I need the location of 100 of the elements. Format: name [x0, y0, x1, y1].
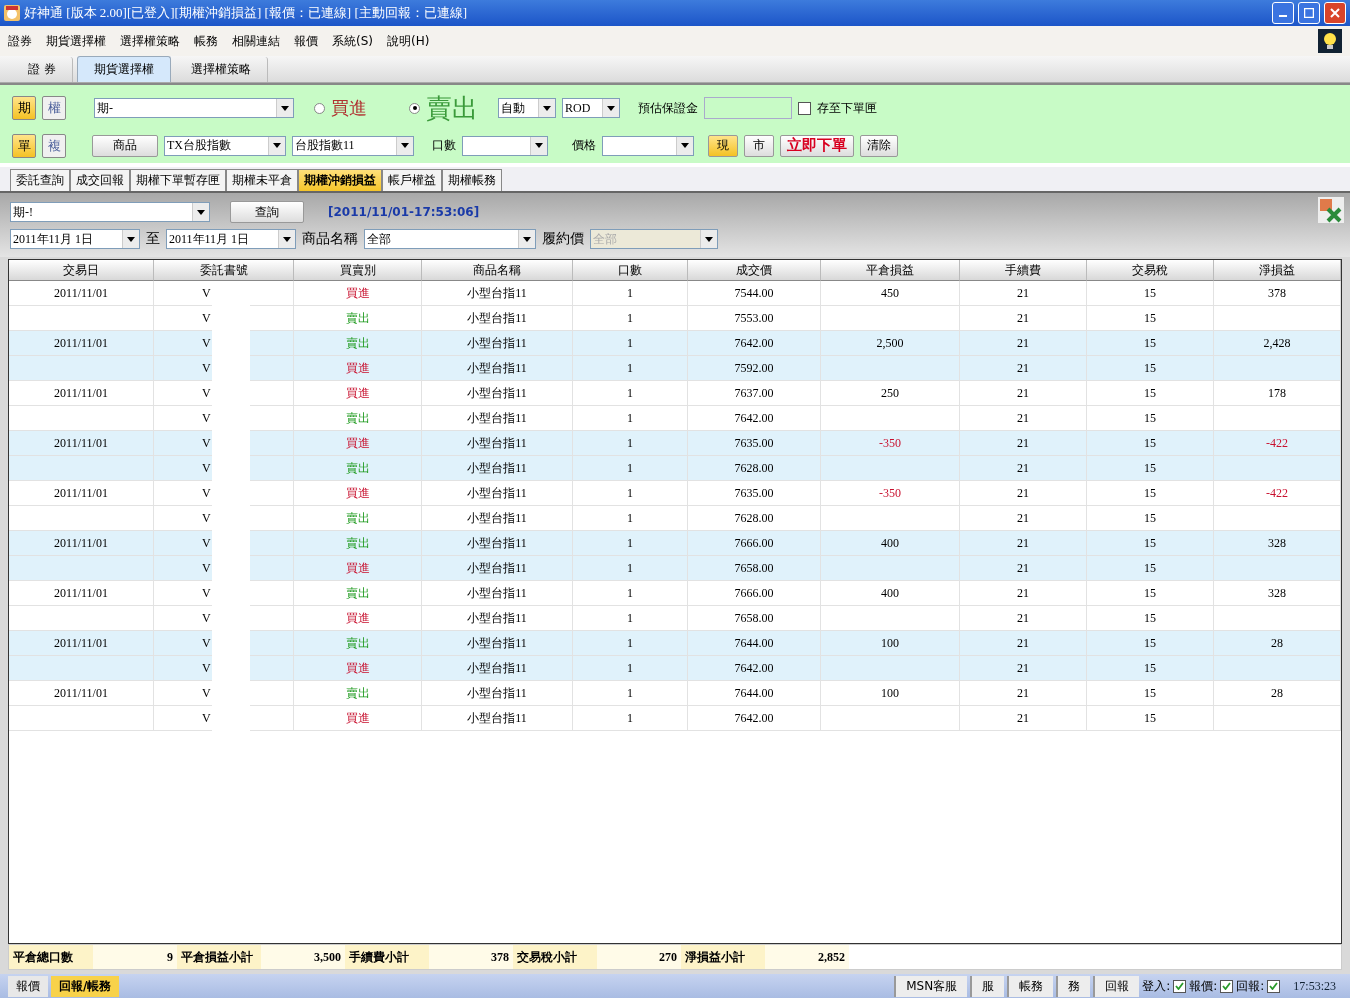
table-row[interactable]: V 買進 小型台指11 1 7642.00 21 15: [9, 706, 1341, 731]
table-row[interactable]: 2011/11/01 V 賣出 小型台指11 1 7642.00 2,500 21 15 2,428: [9, 331, 1341, 356]
dropdown-arrow-icon[interactable]: [535, 143, 543, 148]
toggle-button[interactable]: 複: [42, 133, 66, 158]
table-cell: 7592.00: [734, 360, 774, 376]
menu-item[interactable]: 報價: [294, 32, 318, 50]
price-type-button[interactable]: 現: [708, 134, 738, 157]
lightbulb-icon[interactable]: [1318, 29, 1342, 53]
dropdown-arrow-icon[interactable]: [523, 236, 531, 242]
app-logo-icon: [4, 5, 20, 21]
end-date-picker[interactable]: 2011年11月 1日: [166, 229, 296, 249]
table-row[interactable]: 2011/11/01 V 賣出 小型台指11 1 7666.00 400 21 15 328: [9, 531, 1341, 556]
table-row[interactable]: 2011/11/01 V 賣出 小型台指11 1 7666.00 400 21 15 328: [9, 581, 1341, 606]
dropdown-arrow-icon[interactable]: [127, 236, 135, 242]
tab[interactable]: 證 券: [12, 57, 73, 82]
product-dropdown[interactable]: 全部: [364, 229, 536, 249]
toggle-button[interactable]: 單: [12, 133, 36, 158]
radio-button[interactable]: [314, 102, 325, 114]
table-row[interactable]: 2011/11/01 V 賣出 小型台指11 1 7644.00 100 21 15 28: [9, 631, 1341, 656]
menu-item[interactable]: 說明(H): [387, 32, 430, 50]
close-button[interactable]: [1324, 2, 1346, 24]
minimize-button[interactable]: [1272, 2, 1294, 24]
table-row[interactable]: 2011/11/01 V 買進 小型台指11 1 7637.00 250 21 15 178: [9, 381, 1341, 406]
tab[interactable]: 期權未平倉: [226, 169, 298, 191]
table-row[interactable]: V 賣出 小型台指11 1 7553.00 21 15: [9, 306, 1341, 331]
dropdown-arrow-icon[interactable]: [273, 143, 281, 148]
column-header[interactable]: 商品名稱: [422, 260, 573, 281]
table-row[interactable]: V 買進 小型台指11 1 7658.00 21 15: [9, 606, 1341, 631]
status-panel[interactable]: 服: [970, 975, 1005, 997]
tab[interactable]: 回報/帳務: [51, 975, 120, 997]
side-label: 賣出: [426, 91, 478, 125]
column-header[interactable]: 委託書號: [154, 260, 294, 281]
column-header[interactable]: 平倉損益: [821, 260, 960, 281]
maximize-button[interactable]: [1298, 2, 1320, 24]
table-row[interactable]: V 買進 小型台指11 1 7658.00 21 15: [9, 556, 1341, 581]
radio-button[interactable]: [409, 102, 420, 114]
tab[interactable]: 選擇權策略: [174, 57, 268, 82]
tab[interactable]: 期權下單暫存匣: [130, 169, 226, 191]
export-excel-icon[interactable]: [1318, 197, 1344, 223]
query-button[interactable]: 查詢: [230, 201, 304, 223]
margin-field[interactable]: [704, 97, 792, 119]
dropdown-arrow-icon[interactable]: [401, 143, 409, 148]
status-panel[interactable]: 帳務: [1007, 975, 1054, 997]
tab[interactable]: 期權帳務: [442, 169, 502, 191]
column-header[interactable]: 手續費: [960, 260, 1087, 281]
account-dropdown[interactable]: 期-!: [10, 202, 210, 222]
column-header[interactable]: 交易稅: [1087, 260, 1214, 281]
menu-item[interactable]: 期貨選擇權: [46, 32, 106, 50]
table-row[interactable]: V 賣出 小型台指11 1 7628.00 21 15: [9, 506, 1341, 531]
condition-dropdown[interactable]: ROD: [562, 98, 620, 118]
toggle-button[interactable]: 期: [12, 96, 36, 120]
product-button[interactable]: 商品: [92, 134, 158, 157]
dropdown-arrow-icon[interactable]: [543, 105, 551, 111]
summary-value: 9: [93, 945, 177, 969]
column-header[interactable]: 口數: [573, 260, 688, 281]
tab[interactable]: 帳戶權益: [382, 169, 442, 191]
table-row[interactable]: 2011/11/01 V 買進 小型台指11 1 7635.00 -350 21 15 -422: [9, 431, 1341, 456]
dropdown-arrow-icon[interactable]: [283, 236, 291, 242]
dropdown-arrow-icon[interactable]: [281, 105, 289, 111]
dropdown-arrow-icon[interactable]: [705, 236, 713, 242]
table-cell: 1: [627, 410, 633, 426]
dropdown-arrow-icon[interactable]: [681, 143, 689, 148]
tab[interactable]: 期貨選擇權: [76, 56, 171, 82]
table-row[interactable]: 2011/11/01 V 買進 小型台指11 1 7635.00 -350 21 15 -422: [9, 481, 1341, 506]
account-dropdown[interactable]: 期-: [94, 98, 294, 118]
status-panel[interactable]: 回報: [1093, 975, 1140, 997]
table-row[interactable]: V 買進 小型台指11 1 7592.00 21 15: [9, 356, 1341, 381]
table-row[interactable]: V 賣出 小型台指11 1 7642.00 21 15: [9, 406, 1341, 431]
menu-item[interactable]: 相關連結: [232, 32, 280, 50]
column-header[interactable]: 成交價: [688, 260, 821, 281]
tab[interactable]: 委託查詢: [10, 169, 70, 191]
table-row[interactable]: V 買進 小型台指11 1 7642.00 21 15: [9, 656, 1341, 681]
maximize-icon: [1304, 8, 1314, 18]
tab[interactable]: 成交回報: [70, 169, 130, 191]
menu-item[interactable]: 帳務: [194, 32, 218, 50]
clear-button[interactable]: 清除: [860, 134, 898, 157]
mode-dropdown[interactable]: 自動: [498, 98, 556, 118]
table-cell: 買進: [345, 609, 370, 627]
menu-item[interactable]: 證券: [8, 32, 32, 50]
column-header[interactable]: 交易日: [9, 260, 154, 281]
submit-order-button[interactable]: 立即下單: [780, 134, 854, 157]
table-row[interactable]: 2011/11/01 V 賣出 小型台指11 1 7644.00 100 21 15 28: [9, 681, 1341, 706]
tab[interactable]: 報價: [8, 975, 48, 997]
tab[interactable]: 期權沖銷損益: [298, 169, 382, 191]
status-panel[interactable]: MSN客服: [894, 975, 968, 997]
start-date-picker[interactable]: 2011年11月 1日: [10, 229, 140, 249]
menu-item[interactable]: 選擇權策略: [120, 32, 180, 50]
contract-dropdown[interactable]: 台股指數11: [292, 135, 414, 156]
column-header[interactable]: 淨損益: [1214, 260, 1341, 281]
menu-item[interactable]: 系統(S): [332, 32, 373, 50]
product-dropdown[interactable]: TX台股指數: [164, 135, 286, 156]
table-row[interactable]: 2011/11/01 V 買進 小型台指11 1 7544.00 450 21 15 378: [9, 281, 1341, 306]
checkbox[interactable]: [798, 101, 811, 115]
status-panel[interactable]: 務: [1056, 975, 1091, 997]
dropdown-arrow-icon[interactable]: [197, 209, 205, 215]
table-row[interactable]: V 賣出 小型台指11 1 7628.00 21 15: [9, 456, 1341, 481]
toggle-button[interactable]: 權: [42, 96, 66, 120]
price-type-button[interactable]: 市: [744, 134, 774, 157]
column-header[interactable]: 買賣別: [294, 260, 422, 281]
dropdown-arrow-icon[interactable]: [607, 105, 615, 111]
